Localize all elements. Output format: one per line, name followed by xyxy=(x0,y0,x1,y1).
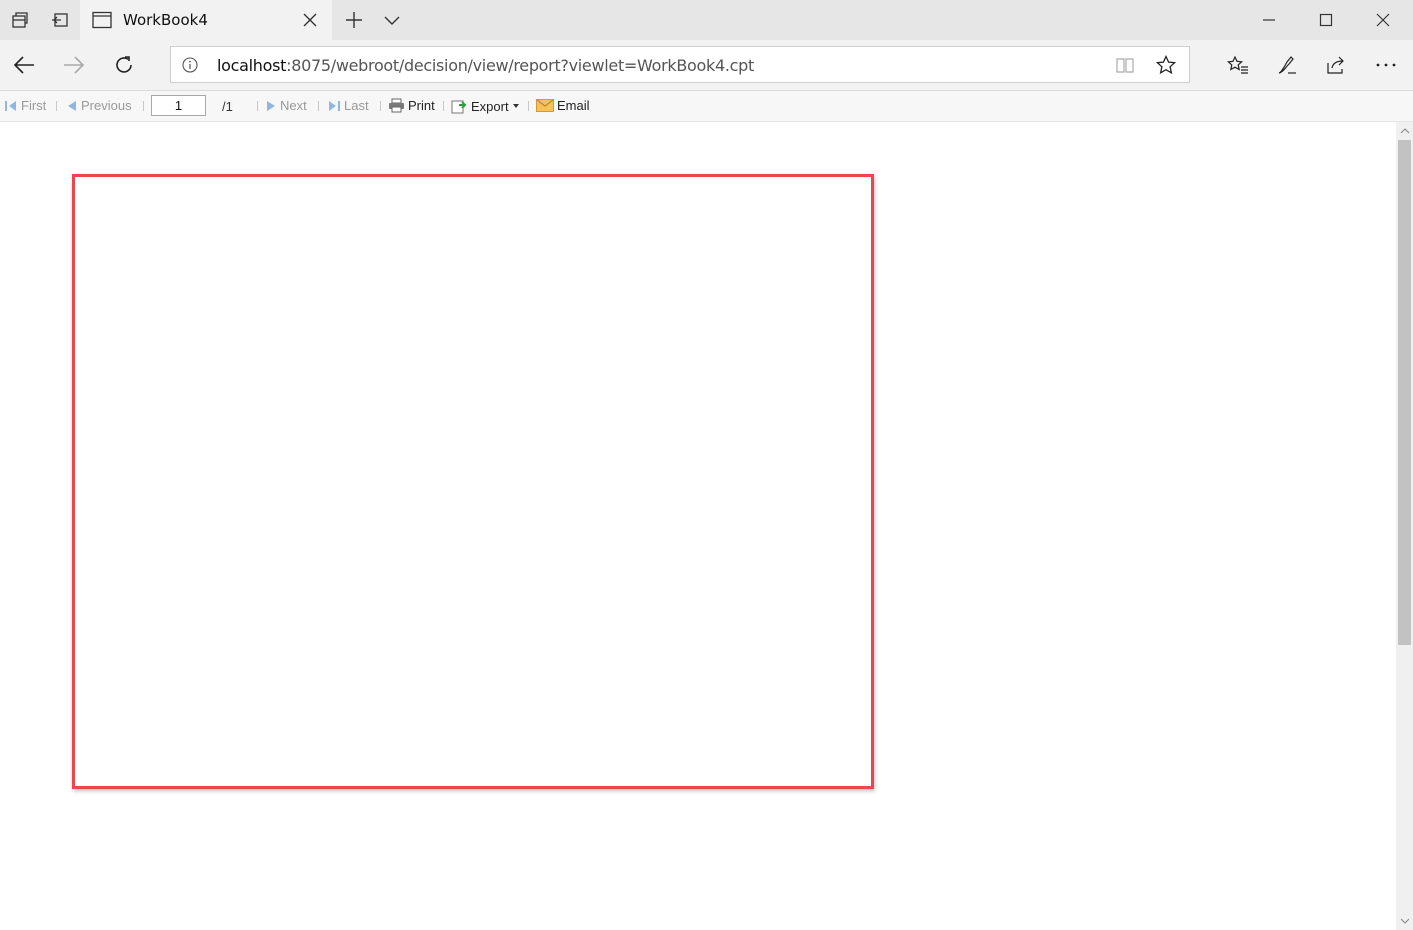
forward-arrow-icon xyxy=(64,56,85,74)
scroll-down-arrow-icon[interactable] xyxy=(1396,913,1413,929)
toolbar-divider xyxy=(318,101,319,111)
page-number-input[interactable]: 1 xyxy=(151,95,206,116)
share-button[interactable] xyxy=(1316,40,1356,90)
site-info-icon[interactable] xyxy=(182,57,198,73)
more-options-button[interactable] xyxy=(1366,40,1406,90)
first-label: First xyxy=(21,98,47,113)
page-icon xyxy=(92,11,112,29)
envelope-icon xyxy=(536,99,554,112)
refresh-button[interactable] xyxy=(104,40,144,90)
back-arrow-icon xyxy=(13,56,34,74)
browser-tab[interactable]: WorkBook4 xyxy=(80,0,332,40)
maximize-icon[interactable] xyxy=(1302,0,1350,40)
previous-page-button[interactable]: Previous xyxy=(66,98,132,113)
next-page-icon xyxy=(267,100,275,111)
next-label: Next xyxy=(280,98,307,113)
page-total: /1 xyxy=(222,99,233,114)
export-icon xyxy=(451,100,467,114)
url-text[interactable]: localhost:8075/webroot/decision/view/rep… xyxy=(217,56,754,75)
next-page-button[interactable]: Next xyxy=(265,98,307,113)
toolbar-divider xyxy=(257,101,258,111)
minimize-icon[interactable] xyxy=(1245,0,1293,40)
previous-label: Previous xyxy=(81,98,132,113)
new-tab-icon[interactable] xyxy=(337,0,371,40)
scroll-up-arrow-icon[interactable] xyxy=(1396,123,1413,139)
previous-page-icon xyxy=(68,100,76,111)
export-button[interactable]: Export xyxy=(451,98,520,114)
ellipsis-icon xyxy=(1376,63,1396,67)
tab-preview-chevron-icon[interactable] xyxy=(375,0,409,40)
favorites-list-icon xyxy=(1227,55,1248,74)
vertical-scrollbar[interactable] xyxy=(1396,122,1413,930)
back-button[interactable] xyxy=(4,40,44,90)
first-page-icon xyxy=(5,100,16,111)
favorite-star-icon[interactable] xyxy=(1156,55,1176,75)
favorites-hub-button[interactable] xyxy=(1218,40,1258,90)
close-window-icon[interactable] xyxy=(1359,0,1407,40)
toolbar-divider xyxy=(56,101,57,111)
refresh-icon xyxy=(116,56,132,73)
toolbar-divider xyxy=(380,101,381,111)
reading-view-icon[interactable] xyxy=(1115,56,1135,74)
address-bar[interactable]: localhost:8075/webroot/decision/view/rep… xyxy=(170,46,1190,83)
url-path: :8075/webroot/decision/view/report?viewl… xyxy=(286,56,754,75)
last-page-button[interactable]: Last xyxy=(327,98,369,113)
report-page-frame xyxy=(72,174,874,789)
toolbar-divider xyxy=(443,101,444,111)
printer-icon xyxy=(389,98,404,113)
export-dropdown-caret-icon xyxy=(512,104,519,108)
export-label: Export xyxy=(471,98,509,114)
tab-manager-icon[interactable] xyxy=(0,0,40,40)
email-button[interactable]: Email xyxy=(536,98,590,113)
toolbar-divider xyxy=(528,101,529,111)
print-label: Print xyxy=(408,98,435,113)
last-page-icon xyxy=(329,100,340,111)
tab-close-icon[interactable] xyxy=(300,10,320,30)
first-page-button[interactable]: First xyxy=(4,98,46,113)
title-bar: WorkBook4 xyxy=(0,0,1413,40)
pen-icon xyxy=(1278,56,1296,74)
report-toolbar: First Previous 1 /1 Next Last Print Expo… xyxy=(0,91,1413,122)
print-button[interactable]: Print xyxy=(388,98,435,113)
forward-button[interactable] xyxy=(54,40,94,90)
tab-title: WorkBook4 xyxy=(123,11,208,29)
toolbar-divider xyxy=(143,101,144,111)
email-label: Email xyxy=(557,98,590,113)
share-icon xyxy=(1327,56,1344,74)
navigation-bar: localhost:8075/webroot/decision/view/rep… xyxy=(0,40,1413,91)
report-viewport xyxy=(0,122,1396,930)
tabs-aside-icon[interactable] xyxy=(40,0,80,40)
url-host: localhost xyxy=(217,56,287,75)
last-label: Last xyxy=(344,98,369,113)
web-note-button[interactable] xyxy=(1267,40,1307,90)
scrollbar-thumb[interactable] xyxy=(1398,140,1411,645)
